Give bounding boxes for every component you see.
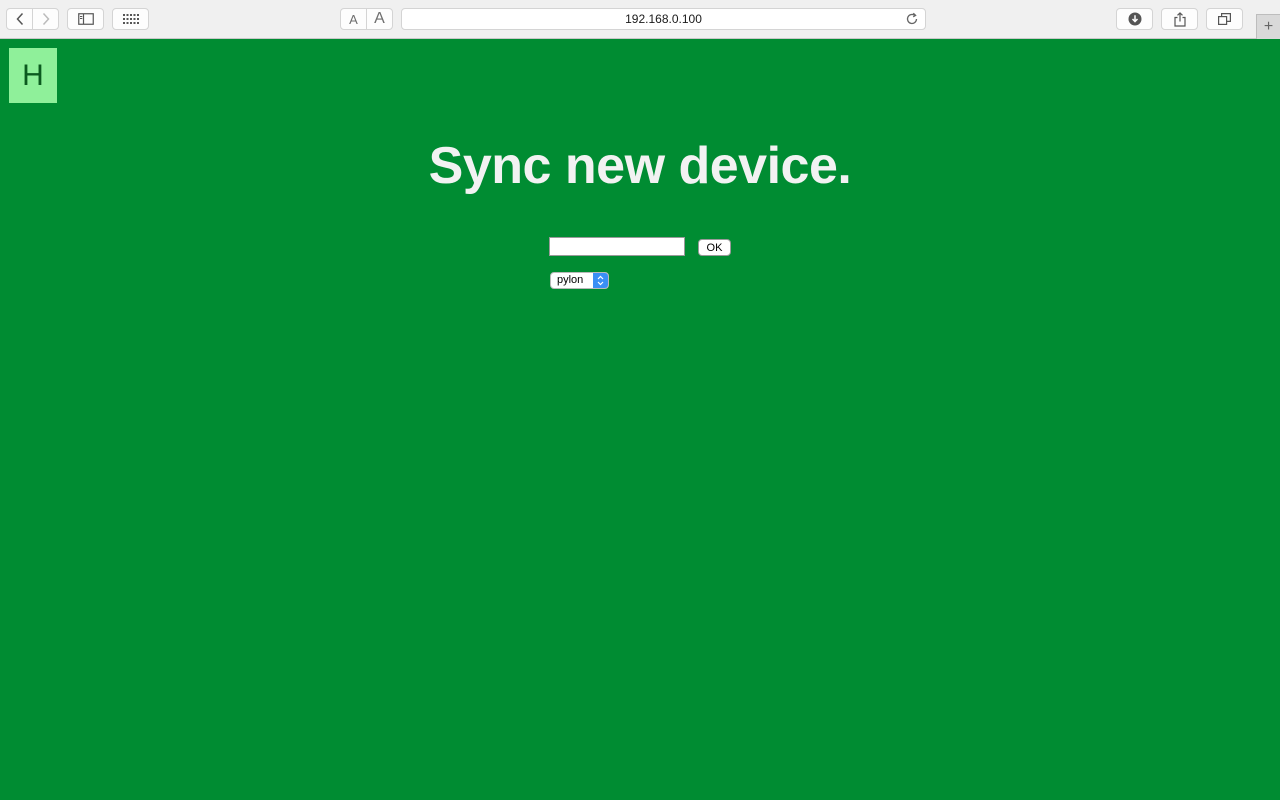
select-arrows-icon [593,273,608,288]
download-icon [1128,12,1141,26]
forward-button[interactable] [32,9,58,29]
logo: H [9,48,57,103]
increase-font-button[interactable]: A [366,9,392,29]
font-size-buttons: A A [340,8,393,30]
grid-icon [122,14,139,24]
tabs-icon [1218,13,1231,25]
device-code-input[interactable] [549,237,685,256]
chevron-right-icon [42,12,50,26]
tabs-overview-button[interactable] [1206,8,1243,30]
share-button[interactable] [1161,8,1198,30]
reload-icon [906,12,918,25]
reload-button[interactable] [905,12,919,29]
chevron-left-icon [15,12,23,26]
address-bar[interactable]: 192.168.0.100 [401,8,926,30]
decrease-font-button[interactable]: A [341,9,366,29]
ok-button[interactable]: OK [698,239,731,256]
back-button[interactable] [7,9,32,29]
address-url: 192.168.0.100 [625,12,702,26]
new-tab-button[interactable]: + [1256,14,1280,39]
browser-toolbar: A A 192.168.0.100 + [0,0,1280,39]
navigation-buttons [6,8,59,30]
sidebar-icon [77,13,94,25]
device-select-value: pylon [557,274,584,286]
sidebar-button[interactable] [67,8,104,30]
page-title: Sync new device. [428,137,852,195]
downloads-button[interactable] [1116,8,1153,30]
top-sites-button[interactable] [112,8,149,30]
share-icon [1173,11,1186,27]
device-select[interactable]: pylon [550,272,609,289]
